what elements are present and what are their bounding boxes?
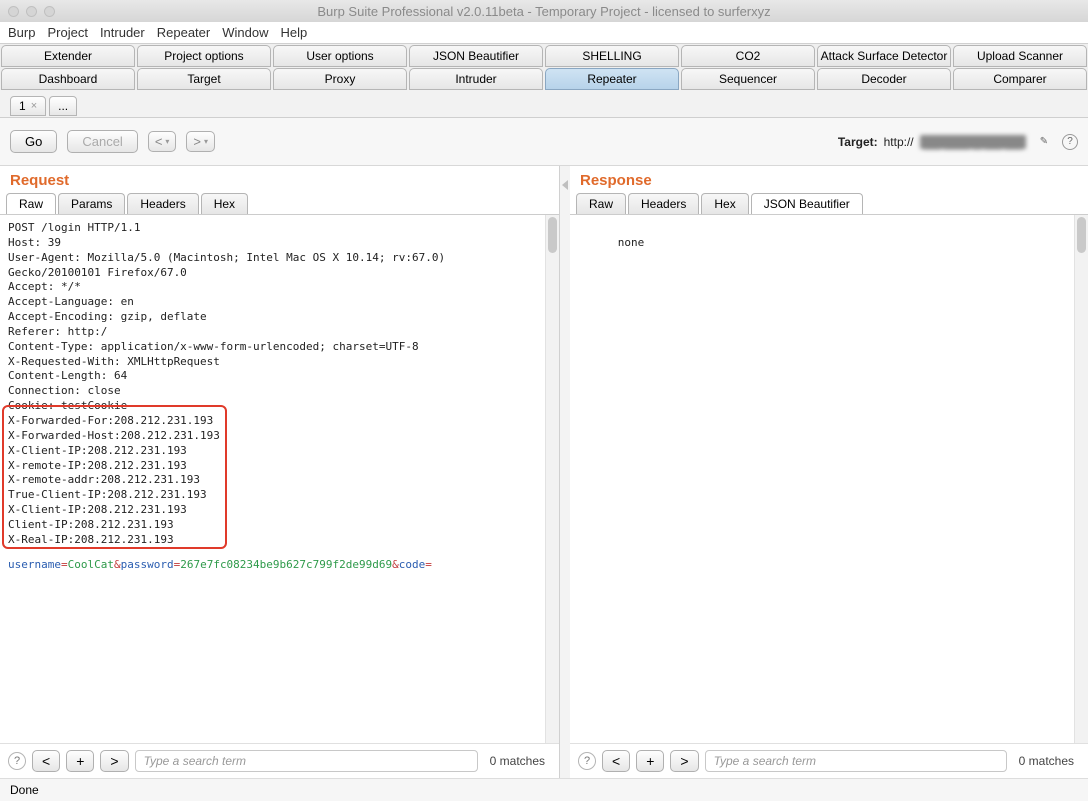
tab-upload-scanner[interactable]: Upload Scanner <box>953 45 1087 67</box>
request-tab-params[interactable]: Params <box>58 193 125 214</box>
window-title: Burp Suite Professional v2.0.11beta - Te… <box>317 4 770 19</box>
find-add-button[interactable]: + <box>66 750 94 772</box>
find-prev-button[interactable]: < <box>602 750 630 772</box>
response-content: none <box>618 236 645 249</box>
response-view-tabs: Raw Headers Hex JSON Beautifier <box>570 193 1088 214</box>
response-match-count: 0 matches <box>1013 754 1080 768</box>
request-tab-hex[interactable]: Hex <box>201 193 248 214</box>
target-label: Target: <box>838 135 878 149</box>
help-icon[interactable]: ? <box>8 752 26 770</box>
split-panes: Request Raw Params Headers Hex POST /log… <box>0 166 1088 778</box>
tab-sequencer[interactable]: Sequencer <box>681 68 815 90</box>
tool-tabs: Dashboard Target Proxy Intruder Repeater… <box>0 67 1088 90</box>
request-match-count: 0 matches <box>484 754 551 768</box>
response-search-input[interactable]: Type a search term <box>705 750 1007 772</box>
repeater-tab-1[interactable]: 1 × <box>10 96 46 116</box>
grip-icon <box>562 180 568 190</box>
menu-help[interactable]: Help <box>280 25 307 40</box>
zoom-dot[interactable] <box>44 6 55 17</box>
extension-tabs: Extender Project options User options JS… <box>0 44 1088 67</box>
target-scheme: http:// <box>884 135 914 149</box>
menu-intruder[interactable]: Intruder <box>100 25 145 40</box>
response-tab-json-beautifier[interactable]: JSON Beautifier <box>751 193 863 214</box>
find-next-button[interactable]: > <box>100 750 128 772</box>
request-tab-raw[interactable]: Raw <box>6 193 56 214</box>
request-search-input[interactable]: Type a search term <box>135 750 478 772</box>
close-dot[interactable] <box>8 6 19 17</box>
tab-repeater[interactable]: Repeater <box>545 68 679 90</box>
request-findbar: ? < + > Type a search term 0 matches <box>0 743 559 778</box>
tab-target[interactable]: Target <box>137 68 271 90</box>
menu-repeater[interactable]: Repeater <box>157 25 210 40</box>
find-prev-button[interactable]: < <box>32 750 60 772</box>
tab-proxy[interactable]: Proxy <box>273 68 407 90</box>
response-tab-headers[interactable]: Headers <box>628 193 699 214</box>
request-view-tabs: Raw Params Headers Hex <box>0 193 559 214</box>
tab-shelling[interactable]: SHELLING <box>545 45 679 67</box>
tab-attack-surface-detector[interactable]: Attack Surface Detector <box>817 45 951 67</box>
menubar: Burp Project Intruder Repeater Window He… <box>0 22 1088 44</box>
tab-dashboard[interactable]: Dashboard <box>1 68 135 90</box>
close-icon[interactable]: × <box>31 100 37 112</box>
menu-burp[interactable]: Burp <box>8 25 35 40</box>
history-forward-button[interactable]: >▾ <box>186 131 215 152</box>
find-next-button[interactable]: > <box>670 750 698 772</box>
help-icon[interactable]: ? <box>578 752 596 770</box>
chevron-left-icon: < <box>155 134 163 149</box>
response-title: Response <box>570 166 1088 193</box>
window-controls[interactable] <box>8 6 55 17</box>
tab-co2[interactable]: CO2 <box>681 45 815 67</box>
window-titlebar: Burp Suite Professional v2.0.11beta - Te… <box>0 0 1088 22</box>
tab-intruder[interactable]: Intruder <box>409 68 543 90</box>
pane-divider[interactable] <box>560 166 570 778</box>
target-host-masked: ██.███ █ ██ ██ <box>920 135 1026 149</box>
request-pane: Request Raw Params Headers Hex POST /log… <box>0 166 560 778</box>
menu-project[interactable]: Project <box>47 25 87 40</box>
tab-json-beautifier[interactable]: JSON Beautifier <box>409 45 543 67</box>
scrollbar[interactable] <box>545 215 559 743</box>
repeater-tab-more-label: ... <box>58 99 68 113</box>
history-back-button[interactable]: <▾ <box>148 131 177 152</box>
tab-user-options[interactable]: User options <box>273 45 407 67</box>
repeater-tab-more[interactable]: ... <box>49 96 77 116</box>
tab-comparer[interactable]: Comparer <box>953 68 1087 90</box>
tab-decoder[interactable]: Decoder <box>817 68 951 90</box>
response-findbar: ? < + > Type a search term 0 matches <box>570 743 1088 778</box>
request-editor[interactable]: POST /login HTTP/1.1 Host: 39 User-Agent… <box>0 214 559 743</box>
menu-window[interactable]: Window <box>222 25 268 40</box>
scrollbar[interactable] <box>1074 215 1088 743</box>
status-bar: Done <box>0 778 1088 801</box>
response-editor[interactable]: none <box>570 214 1088 743</box>
find-add-button[interactable]: + <box>636 750 664 772</box>
go-button[interactable]: Go <box>10 130 57 153</box>
repeater-toolbar: Go Cancel <▾ >▾ Target: http://██.███ █ … <box>0 118 1088 166</box>
chevron-right-icon: > <box>193 134 201 149</box>
target-display: Target: http:// ██.███ █ ██ ██ <box>838 135 1026 149</box>
request-title: Request <box>0 166 559 193</box>
tab-extender[interactable]: Extender <box>1 45 135 67</box>
response-tab-hex[interactable]: Hex <box>701 193 748 214</box>
repeater-tab-1-label: 1 <box>19 99 26 113</box>
response-pane: Response Raw Headers Hex JSON Beautifier… <box>570 166 1088 778</box>
tab-project-options[interactable]: Project options <box>137 45 271 67</box>
dropdown-icon: ▾ <box>165 137 169 146</box>
response-tab-raw[interactable]: Raw <box>576 193 626 214</box>
request-tab-headers[interactable]: Headers <box>127 193 198 214</box>
minimize-dot[interactable] <box>26 6 37 17</box>
cancel-button[interactable]: Cancel <box>67 130 137 153</box>
edit-target-icon[interactable]: ✎ <box>1036 134 1052 150</box>
dropdown-icon: ▾ <box>204 137 208 146</box>
help-icon[interactable]: ? <box>1062 134 1078 150</box>
repeater-subtabs: 1 × ... <box>0 90 1088 118</box>
